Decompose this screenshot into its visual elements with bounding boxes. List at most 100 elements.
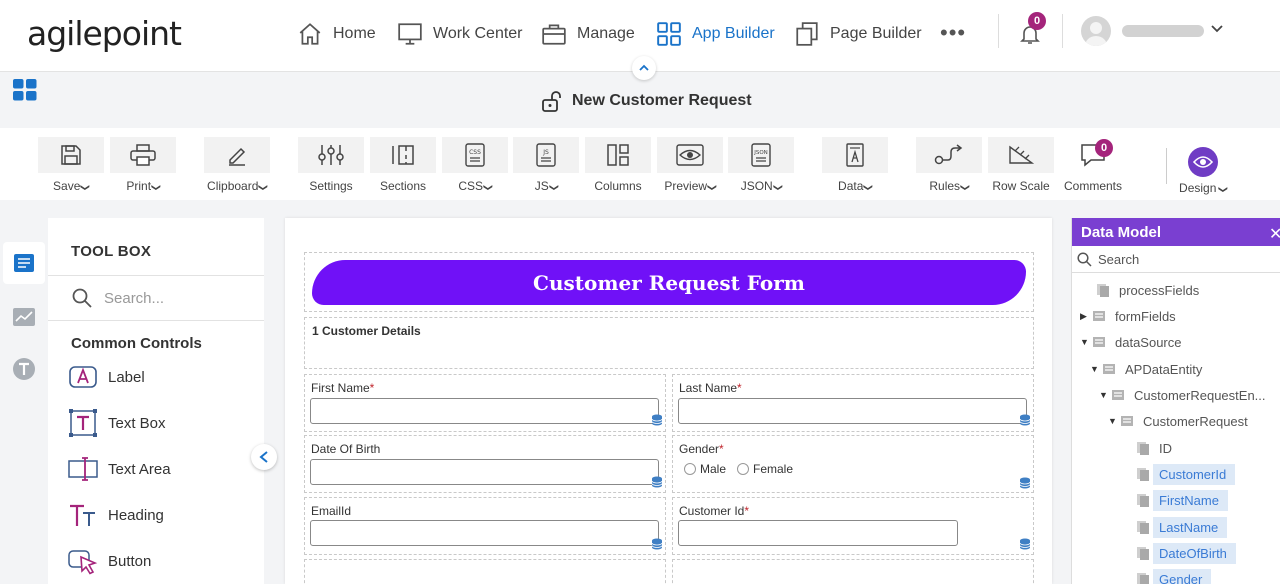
rules-flow-icon bbox=[934, 144, 963, 165]
database-icon bbox=[651, 414, 663, 426]
common-controls-heading: Common Controls bbox=[71, 335, 202, 352]
data-model-title: Data Model bbox=[1072, 218, 1280, 246]
nav-manage[interactable]: Manage bbox=[541, 20, 635, 48]
database-icon bbox=[1019, 414, 1031, 426]
radio-circle[interactable] bbox=[737, 463, 749, 475]
nav-work-center[interactable]: Work Center bbox=[397, 20, 523, 48]
tree-node-datasource[interactable]: ▼ dataSource bbox=[1080, 331, 1182, 353]
heading-control-icon bbox=[70, 504, 95, 526]
caret-down-icon[interactable]: ▼ bbox=[1108, 416, 1120, 426]
first-name-label: First Name* bbox=[311, 381, 375, 395]
username-redacted[interactable] bbox=[1122, 25, 1204, 37]
analytics-tab[interactable] bbox=[3, 296, 45, 338]
tree-node-firstname[interactable]: FirstName bbox=[1124, 489, 1228, 511]
pencil-icon bbox=[229, 147, 246, 166]
tree-node-formfields[interactable]: ▶ formFields bbox=[1080, 305, 1176, 327]
form-header-text: Customer Request Form bbox=[533, 270, 805, 295]
themes-tab[interactable] bbox=[3, 348, 45, 390]
section-heading: 1 Customer Details bbox=[312, 324, 421, 338]
chevron-down-icon: ❯ bbox=[549, 183, 560, 192]
data-button[interactable]: Data❯ bbox=[822, 137, 888, 195]
form-header-banner[interactable]: Customer Request Form bbox=[312, 260, 1026, 305]
close-icon[interactable]: ✕ bbox=[1269, 224, 1280, 244]
chevron-down-icon: ❯ bbox=[151, 183, 162, 192]
tree-node-processfields[interactable]: processFields bbox=[1084, 279, 1199, 301]
json-button[interactable]: JSON JSON❯ bbox=[728, 137, 794, 195]
toolbox-tab[interactable] bbox=[3, 242, 45, 284]
control-text-area[interactable]: Text Area bbox=[68, 454, 171, 484]
data-model-search-input[interactable] bbox=[1098, 252, 1268, 267]
tree-node-customerrequest[interactable]: ▼ CustomerRequest bbox=[1108, 410, 1248, 432]
empty-cell[interactable] bbox=[672, 559, 1034, 584]
toolbox-search-input[interactable] bbox=[104, 289, 254, 307]
comments-button[interactable]: Comments bbox=[1060, 137, 1126, 195]
print-button[interactable]: Print❯ bbox=[110, 137, 176, 195]
tree-node-lastname[interactable]: LastName bbox=[1124, 516, 1228, 538]
avatar[interactable] bbox=[1081, 16, 1111, 46]
collapse-toolbox-button[interactable] bbox=[251, 444, 277, 470]
js-file-icon: JS bbox=[536, 143, 556, 167]
last-name-input[interactable] bbox=[678, 398, 1027, 424]
search-icon bbox=[1077, 252, 1092, 267]
caret-down-icon[interactable]: ▼ bbox=[1080, 337, 1092, 347]
home-icon bbox=[299, 23, 321, 45]
clipboard-button[interactable]: Clipboard❯ bbox=[204, 137, 270, 195]
table-icon bbox=[1112, 390, 1124, 400]
tree-node-id[interactable]: ID bbox=[1124, 437, 1172, 459]
collapse-header-button[interactable] bbox=[632, 56, 656, 80]
radio-circle[interactable] bbox=[684, 463, 696, 475]
email-input[interactable] bbox=[310, 520, 659, 546]
toolbox-panel: TOOL BOX Common Controls Label Text Box … bbox=[48, 218, 264, 584]
empty-cell[interactable] bbox=[304, 559, 666, 584]
control-heading[interactable]: Heading bbox=[68, 500, 164, 530]
nav-app-builder[interactable]: App Builder bbox=[656, 20, 775, 48]
gender-label: Gender* bbox=[679, 442, 724, 456]
form-title: New Customer Request bbox=[540, 88, 752, 114]
toolbox-title: TOOL BOX bbox=[71, 243, 152, 260]
tree-node-dateofbirth[interactable]: DateOfBirth bbox=[1124, 542, 1236, 564]
design-label[interactable]: Design ❯ bbox=[1170, 181, 1236, 195]
ruler-scale-icon bbox=[1009, 145, 1035, 164]
chevron-down-icon: ❯ bbox=[80, 183, 91, 192]
printer-icon bbox=[130, 144, 156, 166]
chevron-down-icon: ❯ bbox=[258, 183, 269, 192]
caret-right-icon[interactable]: ▶ bbox=[1080, 311, 1092, 322]
apps-grid-button[interactable] bbox=[13, 79, 37, 101]
gender-female-label: Female bbox=[753, 462, 794, 476]
control-label[interactable]: Label bbox=[68, 362, 145, 392]
tree-node-customerid[interactable]: CustomerId bbox=[1124, 463, 1236, 485]
tree-node-apdataentity[interactable]: ▼ APDataEntity bbox=[1090, 358, 1202, 380]
nav-page-builder[interactable]: Page Builder bbox=[794, 20, 922, 48]
control-button[interactable]: Button bbox=[68, 546, 151, 576]
nav-more-menu[interactable]: ••• bbox=[940, 20, 966, 46]
design-button[interactable] bbox=[1188, 147, 1218, 177]
comments-badge: 0 bbox=[1095, 139, 1113, 157]
form-list-icon bbox=[14, 254, 34, 272]
control-text-box[interactable]: Text Box bbox=[68, 408, 166, 438]
caret-down-icon[interactable]: ▼ bbox=[1090, 364, 1102, 374]
gender-female-radio[interactable]: Female bbox=[737, 462, 793, 476]
control-text-box-text: Text Box bbox=[108, 414, 166, 432]
agilepoint-logo[interactable]: agilepoint bbox=[27, 14, 182, 53]
toolbar-divider bbox=[1166, 148, 1167, 184]
customer-id-input[interactable] bbox=[678, 520, 958, 546]
first-name-input[interactable] bbox=[310, 398, 659, 424]
label-control-icon bbox=[69, 366, 97, 388]
user-silhouette-icon bbox=[1085, 22, 1107, 46]
nav-manage-label: Manage bbox=[577, 25, 635, 42]
chevron-down-icon: ❯ bbox=[1218, 185, 1229, 194]
briefcase-icon bbox=[542, 24, 566, 45]
dob-input[interactable] bbox=[310, 459, 659, 485]
text-box-control-icon bbox=[69, 409, 97, 437]
tree-node-customerrequestentity[interactable]: ▼ CustomerRequestEn... bbox=[1099, 384, 1266, 406]
field-icon bbox=[1137, 468, 1149, 481]
sliders-icon bbox=[318, 145, 344, 165]
chevron-down-icon[interactable] bbox=[1210, 22, 1224, 36]
unlock-icon[interactable] bbox=[540, 89, 564, 113]
gender-male-radio[interactable]: Male bbox=[684, 462, 726, 476]
nav-home[interactable]: Home bbox=[297, 20, 376, 48]
gender-cell[interactable] bbox=[672, 435, 1034, 493]
tree-node-gender[interactable]: Gender bbox=[1124, 568, 1212, 584]
caret-down-icon[interactable]: ▼ bbox=[1099, 390, 1111, 400]
last-name-label: Last Name* bbox=[679, 381, 742, 395]
